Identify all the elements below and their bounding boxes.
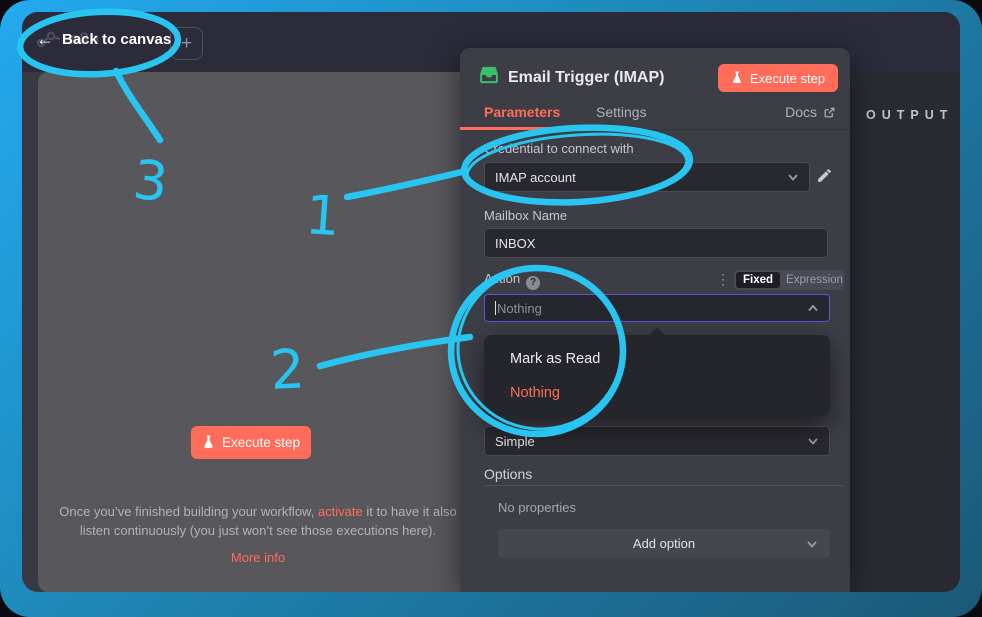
- options-divider: [484, 485, 844, 486]
- node-title: Email Trigger (IMAP): [508, 69, 664, 87]
- more-info-link[interactable]: More info: [48, 549, 468, 568]
- add-option-label: Add option: [633, 536, 695, 551]
- dropdown-option-mark-as-read[interactable]: Mark as Read: [510, 351, 600, 367]
- text-cursor: [495, 301, 496, 315]
- output-panel-label: OUTPUT: [866, 108, 953, 122]
- edit-credential-button[interactable]: [816, 167, 833, 187]
- credential-value: IMAP account: [495, 170, 576, 185]
- panel-tabs: Parameters Settings Docs: [460, 96, 850, 130]
- credential-label: Credential to connect with: [484, 141, 634, 156]
- mode-expression-button[interactable]: Expression: [780, 274, 849, 286]
- tab-parameters[interactable]: Parameters: [484, 104, 560, 120]
- activation-note: Once you’ve finished building your workf…: [48, 503, 468, 568]
- flask-icon: [202, 435, 215, 450]
- help-icon[interactable]: ?: [526, 276, 540, 290]
- format-value: Simple: [495, 434, 535, 449]
- execute-step-label: Execute step: [750, 71, 825, 86]
- fixed-expression-toggle: Fixed Expression: [734, 270, 844, 290]
- back-arrow-icon: ←: [36, 30, 54, 48]
- back-to-canvas-label: Back to canvas: [62, 31, 171, 48]
- action-param-row: Action? ⋮ Fixed Expression: [460, 270, 850, 290]
- action-value: Nothing: [497, 301, 542, 316]
- execute-step-button-canvas[interactable]: Execute step: [191, 426, 311, 459]
- note-text-pre: Once you’ve finished building your workf…: [59, 504, 318, 519]
- n8n-app-window: n8n ← Back to canvas + Execute step Once…: [22, 12, 960, 592]
- kebab-menu-icon[interactable]: ⋮: [716, 271, 730, 288]
- note-text-post: it to have it: [363, 504, 429, 519]
- docs-label: Docs: [785, 104, 817, 120]
- activate-link[interactable]: activate: [318, 504, 363, 519]
- mailbox-value: INBOX: [495, 236, 535, 251]
- pencil-icon: [816, 167, 833, 184]
- gradient-frame: n8n ← Back to canvas + Execute step Once…: [0, 0, 982, 617]
- back-to-canvas-button[interactable]: ← Back to canvas: [36, 30, 171, 48]
- chevron-down-icon: [787, 171, 799, 183]
- chevron-down-icon: [807, 435, 819, 447]
- mailbox-name-input[interactable]: INBOX: [484, 228, 828, 258]
- execute-step-button-panel[interactable]: Execute step: [718, 64, 838, 92]
- node-settings-panel: Email Trigger (IMAP) Execute step Parame…: [460, 48, 850, 592]
- output-panel: OUTPUT: [850, 72, 960, 592]
- action-select[interactable]: Nothing: [484, 294, 830, 322]
- mode-fixed-button[interactable]: Fixed: [736, 272, 780, 288]
- active-tab-underline: [460, 127, 572, 130]
- email-inbox-icon: [478, 65, 500, 85]
- tab-settings[interactable]: Settings: [596, 104, 647, 120]
- add-option-button[interactable]: Add option: [498, 529, 830, 558]
- node-header: Email Trigger (IMAP) Execute step: [460, 48, 850, 96]
- format-select[interactable]: Simple: [484, 426, 830, 456]
- screenshot-root: n8n ← Back to canvas + Execute step Once…: [0, 0, 982, 617]
- action-label: Action: [484, 271, 520, 286]
- dropdown-option-nothing[interactable]: Nothing: [510, 385, 560, 401]
- execute-step-label: Execute step: [222, 435, 300, 450]
- external-link-icon: [823, 106, 836, 119]
- mailbox-label: Mailbox Name: [484, 208, 567, 223]
- options-section-label: Options: [484, 466, 532, 482]
- add-tab-button[interactable]: +: [170, 27, 203, 60]
- chevron-down-icon: [806, 538, 818, 550]
- flask-icon: [731, 71, 743, 85]
- no-properties-text: No properties: [498, 500, 576, 515]
- credential-select[interactable]: IMAP account: [484, 162, 810, 192]
- action-dropdown-popup: Mark as Read Nothing: [484, 335, 830, 416]
- docs-link[interactable]: Docs: [785, 104, 836, 120]
- chevron-up-icon: [807, 302, 819, 314]
